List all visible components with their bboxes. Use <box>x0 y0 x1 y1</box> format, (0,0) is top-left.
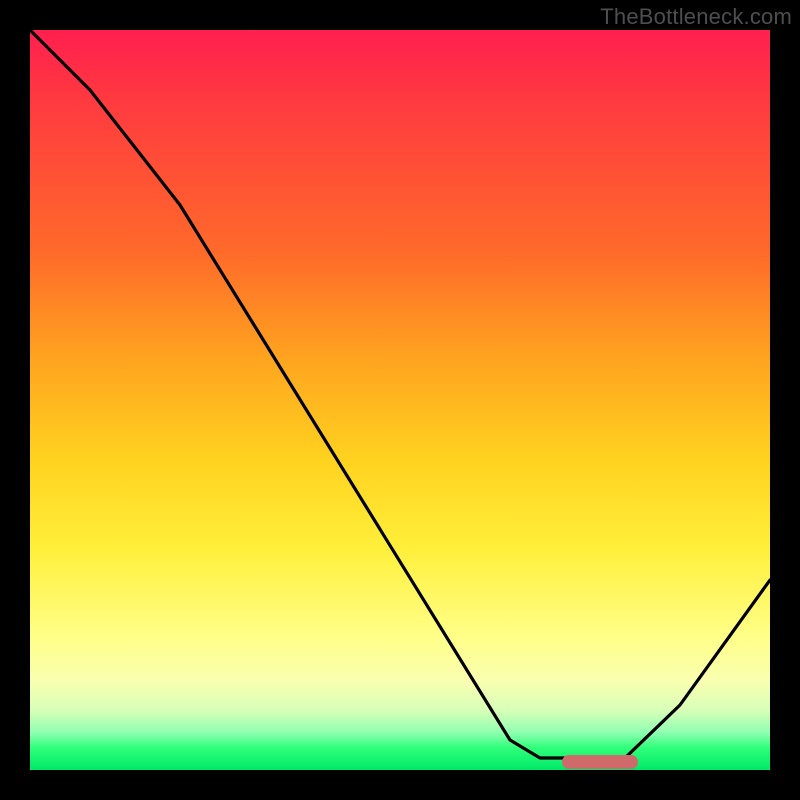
plot-area <box>30 30 770 770</box>
bottleneck-curve <box>30 30 770 770</box>
watermark-text: TheBottleneck.com <box>600 4 792 30</box>
optimal-range-marker <box>562 755 638 769</box>
chart-frame: TheBottleneck.com <box>0 0 800 800</box>
